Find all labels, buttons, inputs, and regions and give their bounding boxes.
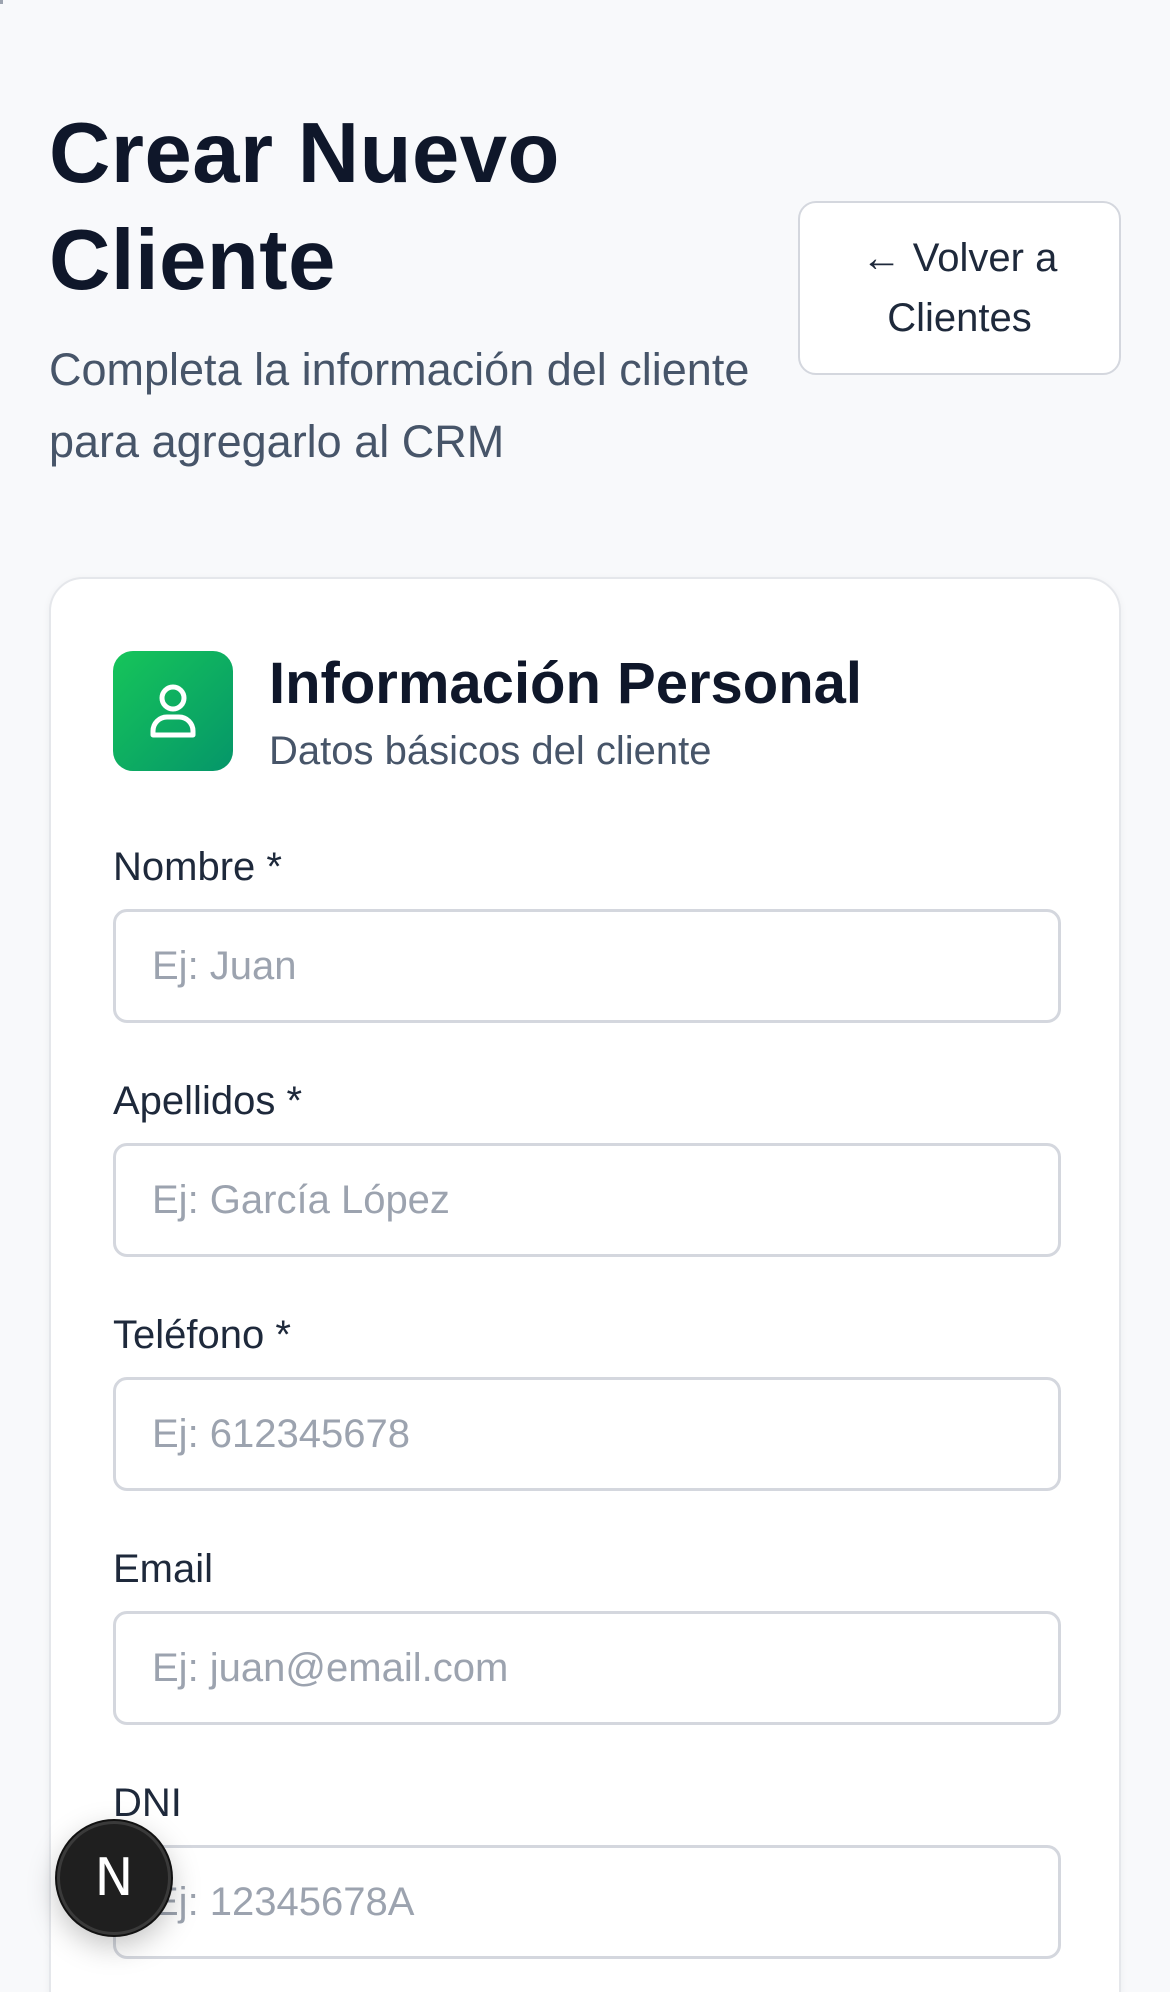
page-subtitle: Completa la información del cliente para… xyxy=(49,344,750,467)
telefono-input[interactable] xyxy=(113,1377,1061,1491)
nombre-input[interactable] xyxy=(113,909,1061,1023)
corner-mark xyxy=(0,0,3,4)
dni-input[interactable] xyxy=(113,1845,1061,1959)
section-subtitle: Datos básicos del cliente xyxy=(269,729,712,773)
section-text: Información Personal Datos básicos del c… xyxy=(269,647,862,779)
page-title: Crear Nuevo Cliente xyxy=(49,106,560,308)
email-field: Email xyxy=(113,1543,1061,1725)
apellidos-input[interactable] xyxy=(113,1143,1061,1257)
dni-label: DNI xyxy=(113,1781,182,1825)
email-label: Email xyxy=(113,1547,214,1591)
section-header: Información Personal Datos básicos del c… xyxy=(113,651,862,779)
telefono-label: Teléfono * xyxy=(113,1313,291,1357)
apellidos-field: Apellidos * xyxy=(113,1075,1061,1257)
nombre-field: Nombre * xyxy=(113,841,1061,1023)
apellidos-label: Apellidos * xyxy=(113,1079,303,1123)
section-title: Información Personal xyxy=(269,651,863,716)
email-input[interactable] xyxy=(113,1611,1061,1725)
user-icon xyxy=(113,651,233,771)
telefono-field: Teléfono * xyxy=(113,1309,1061,1491)
page: Crear Nuevo Cliente Completa la informac… xyxy=(0,0,1170,1992)
personal-info-card: Información Personal Datos básicos del c… xyxy=(49,577,1121,1992)
dni-field: DNI xyxy=(113,1777,1061,1959)
nextjs-icon[interactable]: N xyxy=(57,1821,171,1935)
nombre-label: Nombre * xyxy=(113,845,282,889)
back-to-clients-button[interactable]: ← Volver a Clientes xyxy=(798,201,1121,375)
